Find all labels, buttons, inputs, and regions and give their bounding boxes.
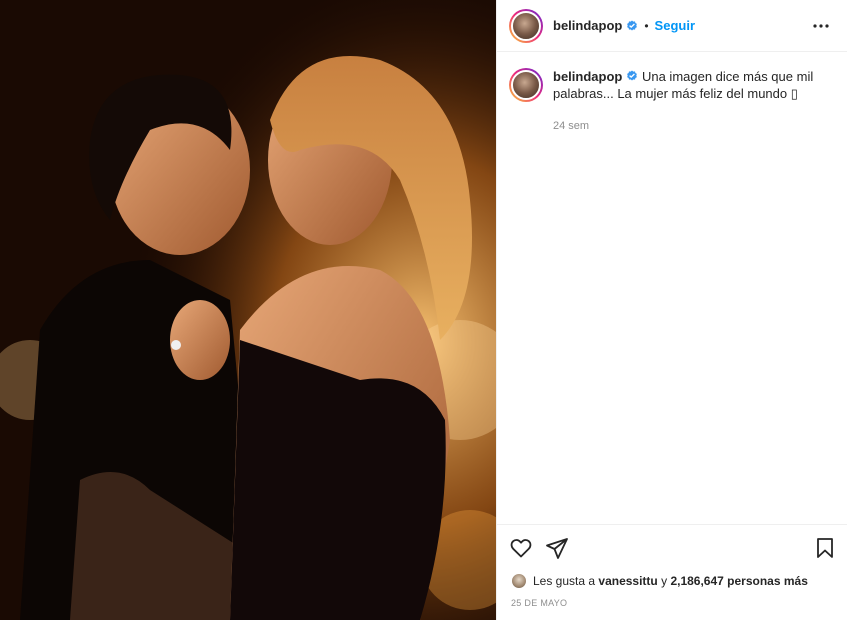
post-sidebar: belindapop • Seguir belindapop Una image…: [496, 0, 847, 620]
photo-image: [0, 0, 496, 620]
verified-badge-icon: [627, 70, 638, 81]
author-avatar[interactable]: [509, 8, 543, 43]
likes-mid: y: [661, 574, 668, 588]
verified-badge-icon: [627, 20, 638, 30]
heart-icon[interactable]: [509, 536, 533, 560]
caption-username[interactable]: belindapop: [553, 69, 622, 84]
likes-prefix: Les gusta a: [533, 574, 596, 588]
post-header: belindapop • Seguir: [497, 0, 847, 52]
post-date[interactable]: 25 DE MAYO: [497, 592, 847, 620]
likes-count[interactable]: 2,186,647 personas más: [670, 574, 807, 588]
post-caption: belindapop Una imagen dice más que mil p…: [497, 52, 847, 135]
post-photo[interactable]: [0, 0, 496, 620]
separator-dot: •: [644, 18, 649, 33]
more-options-icon: [813, 23, 829, 28]
post-viewer: belindapop • Seguir belindapop Una image…: [0, 0, 847, 620]
more-options-button[interactable]: [809, 14, 833, 38]
caption-time[interactable]: 24 sem: [553, 118, 833, 135]
liker-avatar[interactable]: [511, 573, 527, 589]
follow-button[interactable]: Seguir: [655, 18, 695, 33]
send-icon[interactable]: [545, 536, 569, 560]
bookmark-icon[interactable]: [813, 536, 837, 560]
likes-summary: Les gusta a vanessittu y 2,186,647 perso…: [497, 570, 847, 592]
action-bar: [497, 524, 847, 570]
author-username[interactable]: belindapop: [553, 18, 622, 33]
caption-avatar[interactable]: [509, 68, 543, 102]
likes-user[interactable]: vanessittu: [598, 574, 657, 588]
